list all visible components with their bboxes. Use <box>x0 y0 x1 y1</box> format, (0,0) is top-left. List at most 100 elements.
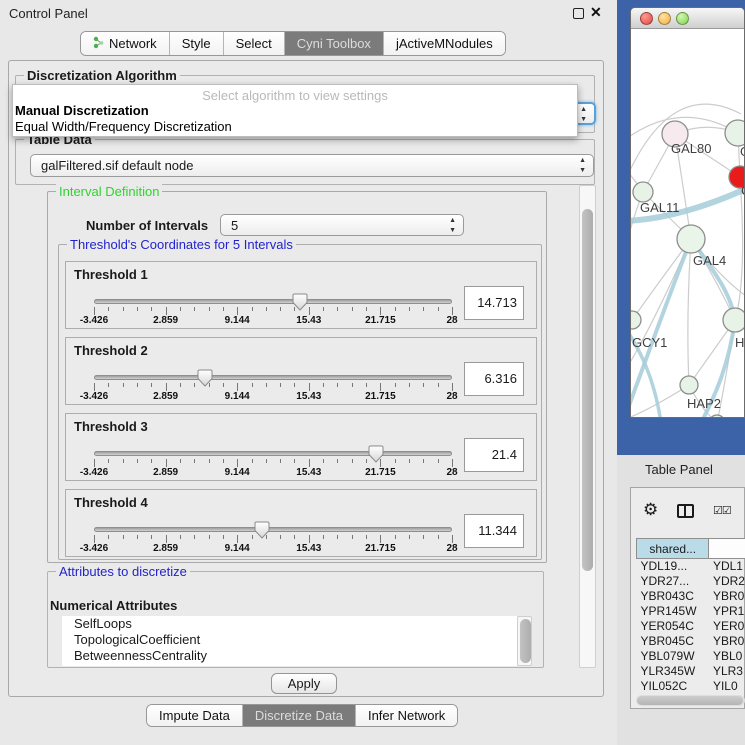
scale-label: 21.715 <box>365 543 396 554</box>
table-cell[interactable]: YPR145W <box>637 604 709 619</box>
table-hscrollbar[interactable] <box>636 695 745 706</box>
attribute-item[interactable]: BetweennessCentrality <box>62 648 517 664</box>
table-cell[interactable]: YIL0 <box>709 679 745 694</box>
attributes-scrollbar-thumb[interactable] <box>520 619 531 663</box>
main-scrollbar-thumb[interactable] <box>582 209 593 571</box>
attributes-scrollbar[interactable] <box>517 616 532 666</box>
table-row[interactable]: YDR27...YDR2 <box>637 574 745 589</box>
network-edge[interactable] <box>632 239 691 320</box>
table-cell[interactable]: YBR0 <box>709 589 745 604</box>
checkboxes-icon[interactable]: ☑☑ <box>713 504 731 517</box>
scale-label: 2.859 <box>153 315 178 326</box>
network-graph[interactable]: GAL80GACGAL11GAL4GCY1HHAP2 <box>631 29 745 418</box>
threshold-slider-track[interactable] <box>94 451 452 456</box>
network-window-titlebar[interactable] <box>631 8 744 29</box>
tab-network[interactable]: Network <box>81 32 169 55</box>
network-node-label: GA <box>740 144 745 159</box>
close-traffic-light[interactable] <box>640 12 653 25</box>
close-icon[interactable]: ✕ <box>590 4 602 21</box>
network-edge[interactable] <box>688 239 691 385</box>
table-row[interactable]: YBR043CYBR0 <box>637 589 745 604</box>
network-node[interactable] <box>680 376 698 394</box>
threshold-value-field[interactable]: 14.713 <box>464 286 524 320</box>
zoom-traffic-light[interactable] <box>676 12 689 25</box>
network-edge[interactable] <box>735 177 743 320</box>
threshold-box-1: Threshold 1-3.4262.8599.14415.4321.71528… <box>65 261 537 329</box>
threshold-value-field[interactable]: 11.344 <box>464 514 524 548</box>
table-row[interactable]: YBL079WYBL0 <box>637 649 745 664</box>
interval-definition-title: Interval Definition <box>56 184 162 199</box>
table-cell[interactable]: YDL19... <box>637 559 709 574</box>
attribute-item[interactable]: SelfLoops <box>62 616 517 632</box>
threshold-slider-track[interactable] <box>94 299 452 304</box>
table-header-row[interactable]: shared...na <box>637 539 745 559</box>
table-panel: Table Panel ⚙ ☑☑ shared...na YDL19...YDL… <box>617 455 745 745</box>
tab-jactivemnodules[interactable]: jActiveMNodules <box>383 32 505 55</box>
table-row[interactable]: YPR145WYPR1 <box>637 604 745 619</box>
threshold-box-4: Threshold 4-3.4262.8599.14415.4321.71528… <box>65 489 537 557</box>
tab-discretize-data[interactable]: Discretize Data <box>242 705 355 726</box>
network-node[interactable] <box>633 182 653 202</box>
table-cell[interactable]: YPR1 <box>709 604 745 619</box>
panel-title: Control Panel <box>9 6 88 21</box>
table-cell[interactable]: YDR2 <box>709 574 745 589</box>
table-cell[interactable]: YLR3 <box>709 664 745 679</box>
network-node[interactable] <box>631 311 641 329</box>
network-node[interactable] <box>725 120 745 146</box>
table-row[interactable]: YIL052CYIL0 <box>637 679 745 694</box>
table-cell[interactable]: YLR345W <box>637 664 709 679</box>
tab-select[interactable]: Select <box>223 32 284 55</box>
network-node[interactable] <box>709 415 725 418</box>
threshold-slider-track[interactable] <box>94 375 452 380</box>
threshold-value-field[interactable]: 6.316 <box>464 362 524 396</box>
network-node-label: H <box>735 335 744 350</box>
network-view[interactable]: GAL80GACGAL11GAL4GCY1HHAP2 <box>631 29 745 418</box>
network-node[interactable] <box>677 225 705 253</box>
table-column-header[interactable]: shared... <box>637 539 709 559</box>
tab-style[interactable]: Style <box>169 32 223 55</box>
table-cell[interactable]: YIL052C <box>637 679 709 694</box>
table-cell[interactable]: YBR0 <box>709 634 745 649</box>
main-scrollbar[interactable] <box>579 185 596 668</box>
columns-icon[interactable] <box>677 504 694 518</box>
algorithm-option[interactable]: Equal Width/Frequency Discretization <box>13 119 577 135</box>
network-node[interactable] <box>723 308 745 332</box>
minimize-traffic-light[interactable] <box>658 12 671 25</box>
table-row[interactable]: YLR345WYLR3 <box>637 664 745 679</box>
threshold-slider-track[interactable] <box>94 527 452 532</box>
table-cell[interactable]: YDR27... <box>637 574 709 589</box>
threshold-value-field[interactable]: 21.4 <box>464 438 524 472</box>
numerical-attributes-list[interactable]: SelfLoopsTopologicalCoefficientBetweenne… <box>62 616 517 666</box>
table-cell[interactable]: YER0 <box>709 619 745 634</box>
scale-label: 15.43 <box>296 315 321 326</box>
apply-button[interactable]: Apply <box>271 673 337 694</box>
number-of-intervals-combo[interactable]: 5 ▲▼ <box>220 214 464 236</box>
scale-label: -3.426 <box>80 391 108 402</box>
tab-impute-data[interactable]: Impute Data <box>147 705 242 726</box>
table-cell[interactable]: YBR043C <box>637 589 709 604</box>
algorithm-dropdown-popup: Select algorithm to view settings Manual… <box>12 84 578 137</box>
table-cell[interactable]: YBR045C <box>637 634 709 649</box>
table-cell[interactable]: YER054C <box>637 619 709 634</box>
table-data-combo[interactable]: galFiltered.sif default node ▲▼ <box>30 154 594 177</box>
scale-label: 28 <box>446 391 457 402</box>
algorithm-option[interactable]: Manual Discretization <box>13 103 577 119</box>
table-row[interactable]: YER054CYER0 <box>637 619 745 634</box>
gear-icon[interactable]: ⚙ <box>643 500 658 520</box>
node-table[interactable]: shared...na YDL19...YDL1YDR27...YDR2YBR0… <box>636 538 745 694</box>
tab-cyni-toolbox[interactable]: Cyni Toolbox <box>284 32 383 55</box>
attributes-group: Attributes to discretize Numerical Attri… <box>47 571 544 668</box>
algorithm-hint-item[interactable]: Select algorithm to view settings <box>13 85 577 103</box>
table-data-combo-value: galFiltered.sif default node <box>41 158 193 173</box>
tab-label: Select <box>236 36 272 51</box>
table-cell[interactable]: YBL0 <box>709 649 745 664</box>
table-row[interactable]: YBR045CYBR0 <box>637 634 745 649</box>
table-cell[interactable]: YDL1 <box>709 559 745 574</box>
attribute-item[interactable]: TopologicalCoefficient <box>62 632 517 648</box>
table-row[interactable]: YDL19...YDL1 <box>637 559 745 574</box>
float-window-icon[interactable] <box>573 8 584 19</box>
table-column-header[interactable]: na <box>709 539 745 559</box>
tab-infer-network[interactable]: Infer Network <box>355 705 457 726</box>
table-hscrollbar-thumb[interactable] <box>637 696 743 705</box>
table-cell[interactable]: YBL079W <box>637 649 709 664</box>
